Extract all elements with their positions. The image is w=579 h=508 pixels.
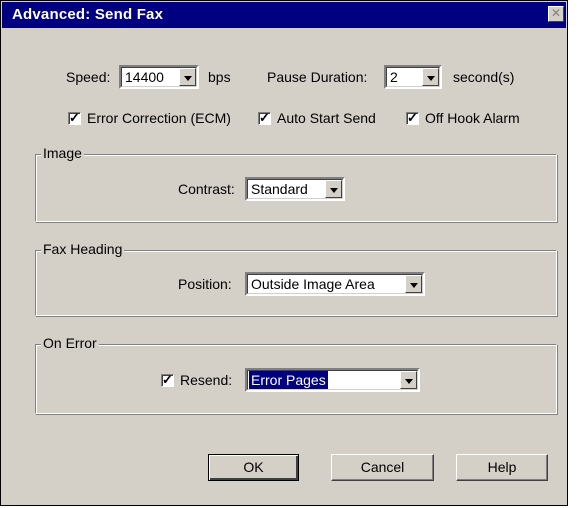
pause-duration-unit: second(s) [453, 69, 515, 85]
resend-select[interactable]: Error Pages [245, 368, 420, 392]
chevron-down-icon[interactable] [400, 371, 417, 389]
speed-unit: bps [208, 69, 231, 85]
title-bar[interactable]: Advanced: Send Fax ✕ [2, 2, 566, 28]
resend-label[interactable]: Resend: [180, 371, 232, 389]
fax-heading-group-title: Fax Heading [41, 241, 125, 257]
off-hook-alarm-checkbox[interactable]: ✓ [406, 110, 419, 125]
speed-value: 14400 [125, 69, 164, 85]
pause-duration-select[interactable]: 2 [384, 65, 442, 89]
contrast-value: Standard [251, 181, 308, 197]
position-value: Outside Image Area [251, 276, 375, 292]
advanced-send-fax-dialog: Advanced: Send Fax ✕ Speed: 14400 bps Pa… [0, 0, 568, 506]
close-button[interactable]: ✕ [548, 6, 564, 22]
ok-button[interactable]: OK [208, 454, 299, 481]
chevron-down-icon[interactable] [405, 275, 422, 293]
check-icon: ✓ [407, 110, 418, 125]
check-icon: ✓ [69, 110, 80, 125]
ecm-label[interactable]: Error Correction (ECM) [87, 109, 231, 127]
on-error-group-title: On Error [41, 335, 99, 351]
contrast-label: Contrast: [178, 181, 235, 197]
pause-duration-label: Pause Duration: [267, 69, 368, 85]
dialog-title: Advanced: Send Fax [12, 6, 164, 23]
image-group-title: Image [41, 145, 84, 161]
resend-value: Error Pages [249, 371, 328, 389]
auto-start-send-checkbox[interactable]: ✓ [258, 110, 271, 125]
speed-label: Speed: [66, 69, 111, 85]
position-select[interactable]: Outside Image Area [245, 272, 425, 296]
ecm-checkbox[interactable]: ✓ [68, 110, 81, 125]
contrast-select[interactable]: Standard [245, 177, 345, 201]
auto-start-send-label[interactable]: Auto Start Send [277, 109, 376, 127]
cancel-button[interactable]: Cancel [331, 454, 434, 481]
check-icon: ✓ [259, 110, 270, 125]
resend-checkbox[interactable]: ✓ [161, 372, 174, 387]
chevron-down-icon[interactable] [325, 180, 342, 198]
close-icon: ✕ [550, 6, 562, 20]
off-hook-alarm-label[interactable]: Off Hook Alarm [425, 109, 520, 127]
position-label: Position: [178, 276, 232, 292]
check-icon: ✓ [162, 372, 173, 387]
chevron-down-icon[interactable] [422, 68, 439, 86]
chevron-down-icon[interactable] [179, 68, 196, 86]
pause-duration-value: 2 [390, 69, 398, 85]
help-button[interactable]: Help [456, 454, 548, 481]
speed-select[interactable]: 14400 [119, 65, 199, 89]
